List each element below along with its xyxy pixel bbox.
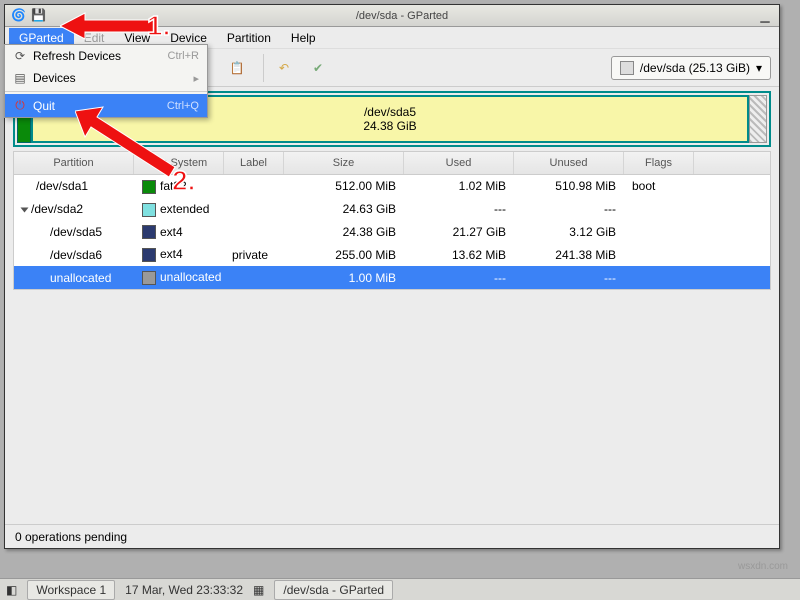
table-row[interactable]: /dev/sda6ext4private255.00 MiB13.62 MiB2… — [14, 243, 770, 266]
taskbar-task[interactable]: /dev/sda - GParted — [274, 580, 393, 600]
col-unused[interactable]: Unused — [514, 152, 624, 174]
separator — [263, 54, 264, 82]
status-text: 0 operations pending — [15, 530, 127, 544]
separator — [5, 91, 207, 92]
chevron-down-icon: ▾ — [756, 61, 762, 75]
window-icons: 🌀 💾 — [11, 8, 47, 24]
app-launcher-icon[interactable]: ◧ — [6, 583, 17, 597]
slice-unallocated[interactable] — [749, 95, 767, 143]
workspace-switcher[interactable]: Workspace 1 — [27, 580, 115, 600]
menu-partition[interactable]: Partition — [217, 28, 281, 48]
col-size[interactable]: Size — [284, 152, 404, 174]
annotation-arrow-1 — [60, 8, 160, 43]
col-flags[interactable]: Flags — [624, 152, 694, 174]
quit-icon: ⏻ — [13, 98, 27, 113]
minimize-icon[interactable]: ▁ — [757, 9, 773, 23]
col-label[interactable]: Label — [224, 152, 284, 174]
device-selector[interactable]: /dev/sda (25.13 GiB) ▾ — [611, 56, 771, 80]
submenu-arrow-icon: ▸ — [193, 72, 199, 85]
statusbar: 0 operations pending — [5, 524, 779, 548]
table-row[interactable]: /dev/sda5ext424.38 GiB21.27 GiB3.12 GiB — [14, 221, 770, 244]
debian-icon: 🌀 — [11, 8, 27, 24]
taskbar-clock[interactable]: 17 Mar, Wed 23:33:32 — [125, 583, 243, 597]
undo-button[interactable]: ↶ — [270, 54, 298, 82]
slice-size: 24.38 GiB — [363, 119, 416, 133]
menu-help[interactable]: Help — [281, 28, 326, 48]
app-icon: 💾 — [31, 8, 47, 24]
paste-button[interactable]: 📋 — [223, 54, 251, 82]
menu-devices[interactable]: ▤ Devices ▸ — [5, 67, 207, 89]
watermark: wsxdn.com — [738, 561, 788, 572]
tray-icon[interactable]: ▦ — [253, 583, 264, 597]
device-label: /dev/sda (25.13 GiB) — [640, 61, 750, 75]
annotation-arrow-2 — [75, 105, 185, 190]
col-used[interactable]: Used — [404, 152, 514, 174]
table-row[interactable]: unallocatedunallocated1.00 MiB------ — [14, 266, 770, 289]
refresh-icon: ⟳ — [13, 49, 27, 63]
disk-icon: ▤ — [13, 71, 27, 85]
taskbar: ◧ Workspace 1 17 Mar, Wed 23:33:32 ▦ /de… — [0, 578, 800, 600]
table-row[interactable]: /dev/sda2extended24.63 GiB------ — [14, 198, 770, 221]
menu-refresh-devices[interactable]: ⟳ Refresh Devices Ctrl+R — [5, 45, 207, 67]
disk-icon — [620, 61, 634, 75]
apply-button[interactable]: ✔ — [304, 54, 332, 82]
slice-name: /dev/sda5 — [364, 105, 416, 119]
